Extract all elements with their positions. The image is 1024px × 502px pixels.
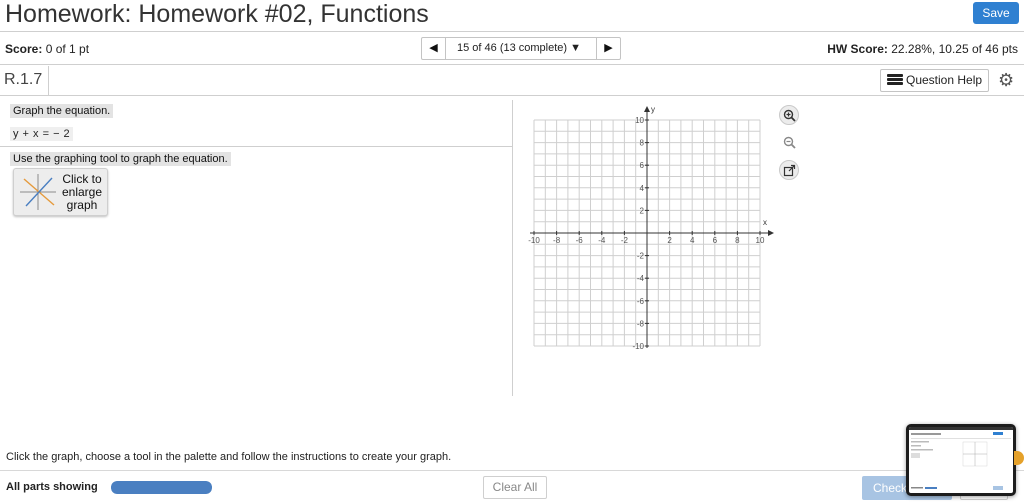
zoom-out-icon[interactable] (779, 132, 799, 152)
screenshot-preview-thumbnail[interactable] (906, 424, 1016, 496)
panel-divider (512, 100, 513, 396)
x-tick-label: -2 (621, 236, 629, 245)
y-tick-label: -8 (637, 319, 645, 328)
x-tick-label: -6 (576, 236, 584, 245)
x-axis-label: x (763, 218, 767, 227)
parts-progress-bar (111, 481, 212, 494)
zoom-in-icon[interactable] (779, 105, 799, 125)
y-tick-label: 4 (640, 184, 645, 193)
title-bar: Homework: Homework #02, Functions Save (0, 0, 1024, 32)
popout-icon[interactable] (779, 160, 799, 180)
y-tick-label: 10 (635, 116, 644, 125)
hw-score-value: 22.28%, 10.25 of 46 pts (891, 42, 1018, 56)
graph-thumbnail-icon (20, 174, 56, 210)
x-tick-label: -10 (528, 236, 540, 245)
gear-icon[interactable]: ⚙ (998, 71, 1014, 89)
y-tick-label: 8 (640, 139, 645, 148)
hw-score: HW Score: 22.28%, 10.25 of 46 pts (827, 42, 1018, 56)
parts-progress-fill (111, 481, 212, 494)
x-tick-label: 10 (756, 236, 765, 245)
question-prompt: Graph the equation. (10, 104, 114, 118)
x-tick-label: -4 (598, 236, 606, 245)
question-selector-label: 15 of 46 (13 complete) (457, 42, 568, 54)
x-axis-arrow (768, 230, 774, 236)
preview-screen (909, 427, 1013, 493)
parts-showing-label: All parts showing (6, 481, 98, 493)
enlarge-graph-label: Click to enlarge graph (61, 172, 103, 212)
y-tick-label: -6 (637, 297, 645, 306)
section-bar: R.1.7 Question Help ⚙ (0, 66, 1024, 96)
save-button[interactable]: Save (973, 2, 1019, 24)
y-tick-label: -2 (637, 252, 645, 261)
divider (0, 146, 512, 147)
caret-down-icon: ▼ (570, 42, 582, 54)
tool-instruction: Use the graphing tool to graph the equat… (10, 152, 231, 166)
y-tick-label: 2 (640, 206, 645, 215)
y-tick-label: -4 (637, 274, 645, 283)
y-tick-label: 6 (640, 161, 645, 170)
preview-badge (1014, 451, 1024, 465)
x-tick-label: 4 (690, 236, 695, 245)
question-selector[interactable]: 15 of 46 (13 complete) ▼ (446, 38, 596, 59)
next-question-button[interactable]: ▶ (596, 38, 620, 59)
score-label: Score: (5, 42, 43, 56)
graph-instruction: Click the graph, choose a tool in the pa… (6, 451, 452, 463)
preview-image (909, 427, 1013, 490)
enlarge-graph-button[interactable]: Click to enlarge graph (13, 168, 108, 216)
list-icon (887, 74, 903, 85)
question-help-label: Question Help (906, 73, 983, 87)
y-axis-arrow (644, 106, 650, 112)
equation-text: y + x = − 2 (10, 127, 74, 141)
x-tick-label: -8 (553, 236, 561, 245)
previous-question-button[interactable]: ◀ (422, 38, 446, 59)
x-tick-label: 2 (667, 236, 672, 245)
y-tick-label: -10 (632, 342, 644, 351)
coordinate-graph[interactable]: x y -10 -8 -6 -4 -2 2 4 6 8 10 10 8 6 4 2 -2 -4 -6 -8 -10 (520, 102, 778, 354)
x-tick-label: 6 (713, 236, 718, 245)
score-value: 0 of 1 pt (45, 42, 90, 56)
clear-all-button[interactable]: Clear All (483, 476, 547, 499)
hw-score-label: HW Score: (827, 42, 888, 56)
question-score: Score: 0 of 1 pt (5, 42, 89, 56)
question-navigator: ◀ 15 of 46 (13 complete) ▼ ▶ (421, 37, 621, 60)
question-help-button[interactable]: Question Help (880, 69, 989, 92)
score-bar: Score: 0 of 1 pt ◀ 15 of 46 (13 complete… (0, 33, 1024, 65)
bottom-bar: All parts showing Clear All Check (0, 470, 1024, 502)
section-id: R.1.7 (0, 66, 49, 95)
x-tick-label: 8 (735, 236, 740, 245)
homework-title: Homework: Homework #02, Functions (5, 0, 429, 28)
y-axis-label: y (651, 105, 655, 114)
